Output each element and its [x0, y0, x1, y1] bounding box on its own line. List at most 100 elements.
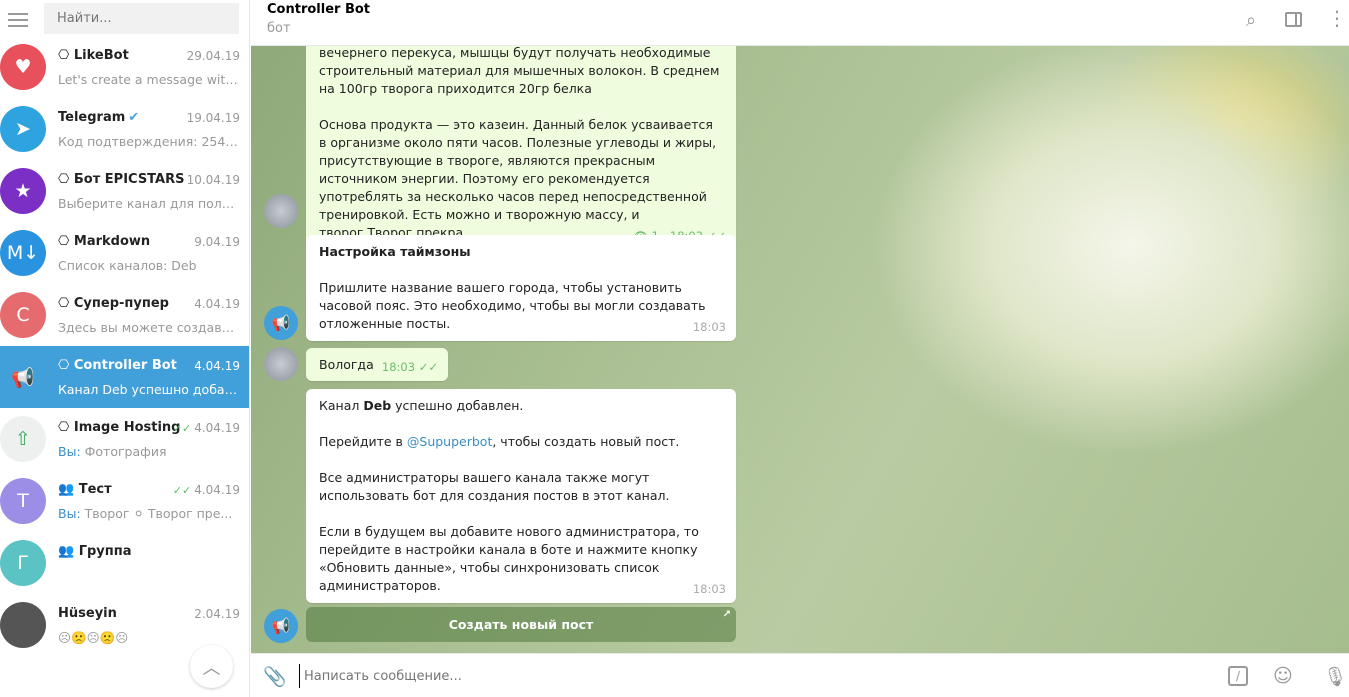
chat-date: ✓✓ 4.04.19: [173, 421, 240, 435]
menu-icon[interactable]: [8, 10, 28, 27]
preview-text: Здесь вы можете создавать...: [58, 320, 240, 335]
preview-text: Код подтверждения: 25488. ...: [58, 134, 240, 149]
message-bubble: Канал Deb успешно добавлен. Перейдите в …: [306, 389, 736, 603]
chat-item[interactable]: Т 👥 Тест ✓✓ 4.04.19 Вы: Творог ⚪ Творог п…: [0, 470, 249, 532]
avatar: 📢: [0, 354, 46, 400]
preview-text: Канал Deb успешно добавл...: [58, 382, 240, 397]
emoji-icon[interactable]: ☺: [1273, 665, 1293, 687]
chat-name: ⎔ Image Hosting: [58, 420, 180, 435]
double-check-icon: ✓✓: [418, 360, 438, 374]
chat-name: ⎔ Markdown: [58, 234, 150, 249]
chat-name: 👥 Тест: [58, 482, 112, 497]
chat-item[interactable]: ★ ⎔ Бот EPICSTARS 10.04.19 Выберите кана…: [0, 160, 249, 222]
chat-item[interactable]: 📢 ⎔ Controller Bot 4.04.19 Канал Deb усп…: [0, 346, 249, 408]
bot-icon: ⎔: [58, 296, 74, 311]
chat-preview: Список каналов: Deb: [58, 258, 240, 273]
message-bubble: Вологда 18:03 ✓✓: [306, 348, 448, 381]
double-check-icon: ✓✓: [172, 484, 192, 497]
chat-name: Hüseyin: [58, 606, 117, 621]
chat-preview: Канал Deb успешно добавл...: [58, 382, 240, 397]
chevron-up-icon: ︿: [202, 657, 221, 679]
composer: 📎 / ☺ 🎙: [251, 653, 1349, 697]
chat-name-text: Controller Bot: [73, 358, 177, 373]
chat-preview: Код подтверждения: 25488. ...: [58, 134, 240, 149]
chat-date: 10.04.19: [187, 173, 240, 187]
message-text: Все администраторы вашего канала также м…: [319, 470, 670, 503]
preview-text: Выберите канал для получе...: [58, 196, 240, 211]
message-bubble: Настройка таймзоны Пришлите название ваш…: [306, 235, 736, 341]
avatar[interactable]: [264, 347, 298, 381]
text-part: , чтобы создать новый пост.: [492, 434, 680, 449]
bot-icon: ⎔: [58, 172, 74, 187]
avatar-glyph: ♥: [14, 56, 32, 78]
avatar-glyph: ➤: [15, 118, 31, 140]
avatar[interactable]: [264, 194, 298, 228]
chat-preview: ☹🙁☹🙁☹: [58, 630, 240, 646]
date-text: 4.04.19: [194, 421, 240, 435]
bot-link[interactable]: @Supuperbot: [407, 434, 492, 449]
avatar-glyph: С: [16, 304, 30, 326]
chat-preview: Вы: Фотография: [58, 444, 240, 459]
chat-date: 29.04.19: [187, 49, 240, 63]
message-text: Пришлите название вашего города, чтобы у…: [319, 280, 706, 331]
verified-icon: ✔: [128, 110, 140, 125]
sidebar-toggle-icon[interactable]: [1285, 12, 1302, 27]
message-text: Перейдите в @Supuperbot, чтобы создать н…: [319, 433, 723, 451]
preview-text: Фотография: [84, 444, 167, 459]
chat-preview: Выберите канал для получе...: [58, 196, 240, 211]
chat-area: вечернего перекуса, мышцы будут получать…: [251, 0, 1349, 697]
search-input[interactable]: [44, 3, 239, 34]
date-text: 2.04.19: [194, 607, 240, 621]
chat-preview: Let's create a message with e...: [58, 72, 240, 87]
preview-text: Let's create a message with e...: [58, 72, 240, 87]
message-text: Основа продукта — это казеин. Данный бел…: [319, 117, 717, 240]
avatar: Т: [0, 478, 46, 524]
message-meta: 18:03 ✓✓: [382, 358, 438, 376]
message-time: 18:03: [381, 360, 416, 374]
bot-commands-icon[interactable]: /: [1228, 666, 1248, 686]
message-text: Вологда: [319, 357, 374, 372]
more-icon[interactable]: ⋮: [1327, 6, 1347, 30]
chat-preview: Здесь вы можете создавать...: [58, 320, 240, 335]
chat-item[interactable]: ⇧ ⎔ Image Hosting ✓✓ 4.04.19 Вы: Фотограф…: [0, 408, 249, 470]
avatar: ➤: [0, 106, 46, 152]
chat-title[interactable]: Controller Bot: [267, 2, 370, 17]
chat-date: 19.04.19: [187, 111, 240, 125]
bot-icon: ⎔: [58, 48, 74, 63]
chat-name: ⎔ Супер-пупер: [58, 296, 169, 311]
chat-item[interactable]: ♥ ⎔ LikeBot 29.04.19 Let's create a mess…: [0, 36, 249, 98]
sender-prefix: Вы:: [58, 444, 81, 459]
message-bubble: вечернего перекуса, мышцы будут получать…: [306, 46, 736, 250]
avatar: ♥: [0, 44, 46, 90]
create-post-button[interactable]: Создать новый пост ↗: [306, 607, 736, 642]
chat-name: ⎔ Бот EPICSTARS: [58, 172, 184, 187]
microphone-icon[interactable]: 🎙: [1323, 665, 1347, 688]
chat-name-text: Группа: [78, 544, 132, 559]
chat-list: ••• Ок! Вы всегда можете доба...♥ ⎔ Like…: [0, 0, 249, 656]
date-text: 29.04.19: [186, 49, 240, 63]
message-input[interactable]: [299, 664, 1179, 688]
bot-avatar[interactable]: 📢: [264, 609, 298, 643]
search-icon[interactable]: ⌕: [1246, 10, 1256, 31]
group-icon: 👥: [58, 544, 79, 559]
chat-name-text: Тест: [78, 482, 112, 497]
preview-text: ☹🙁☹🙁☹: [58, 630, 129, 645]
chat-item[interactable]: С ⎔ Супер-пупер 4.04.19 Здесь вы можете …: [0, 284, 249, 346]
chat-item[interactable]: ➤ Telegram ✔ 19.04.19 Код подтверждения: …: [0, 98, 249, 160]
attach-icon[interactable]: 📎: [263, 665, 287, 688]
bot-avatar[interactable]: 📢: [264, 306, 298, 340]
chat-item[interactable]: Г 👥 Группа: [0, 532, 249, 594]
message-history: вечернего перекуса, мышцы будут получать…: [251, 46, 1349, 653]
megaphone-icon: 📢: [271, 314, 291, 332]
avatar-glyph: ⇧: [15, 428, 31, 450]
megaphone-icon: 📢: [271, 617, 291, 635]
group-icon: 👥: [58, 482, 79, 497]
external-arrow-icon: ↗: [722, 609, 731, 620]
date-text: 10.04.19: [186, 173, 240, 187]
bot-icon: ⎔: [58, 420, 74, 435]
chat-item[interactable]: M↓ ⎔ Markdown 9.04.19 Список каналов: De…: [0, 222, 249, 284]
chat-date: ✓✓ 4.04.19: [173, 483, 240, 497]
scroll-up-button[interactable]: ︿: [190, 645, 233, 688]
chat-name-text: Супер-пупер: [73, 296, 169, 311]
message-text: вечернего перекуса, мышцы будут получать…: [319, 46, 720, 96]
